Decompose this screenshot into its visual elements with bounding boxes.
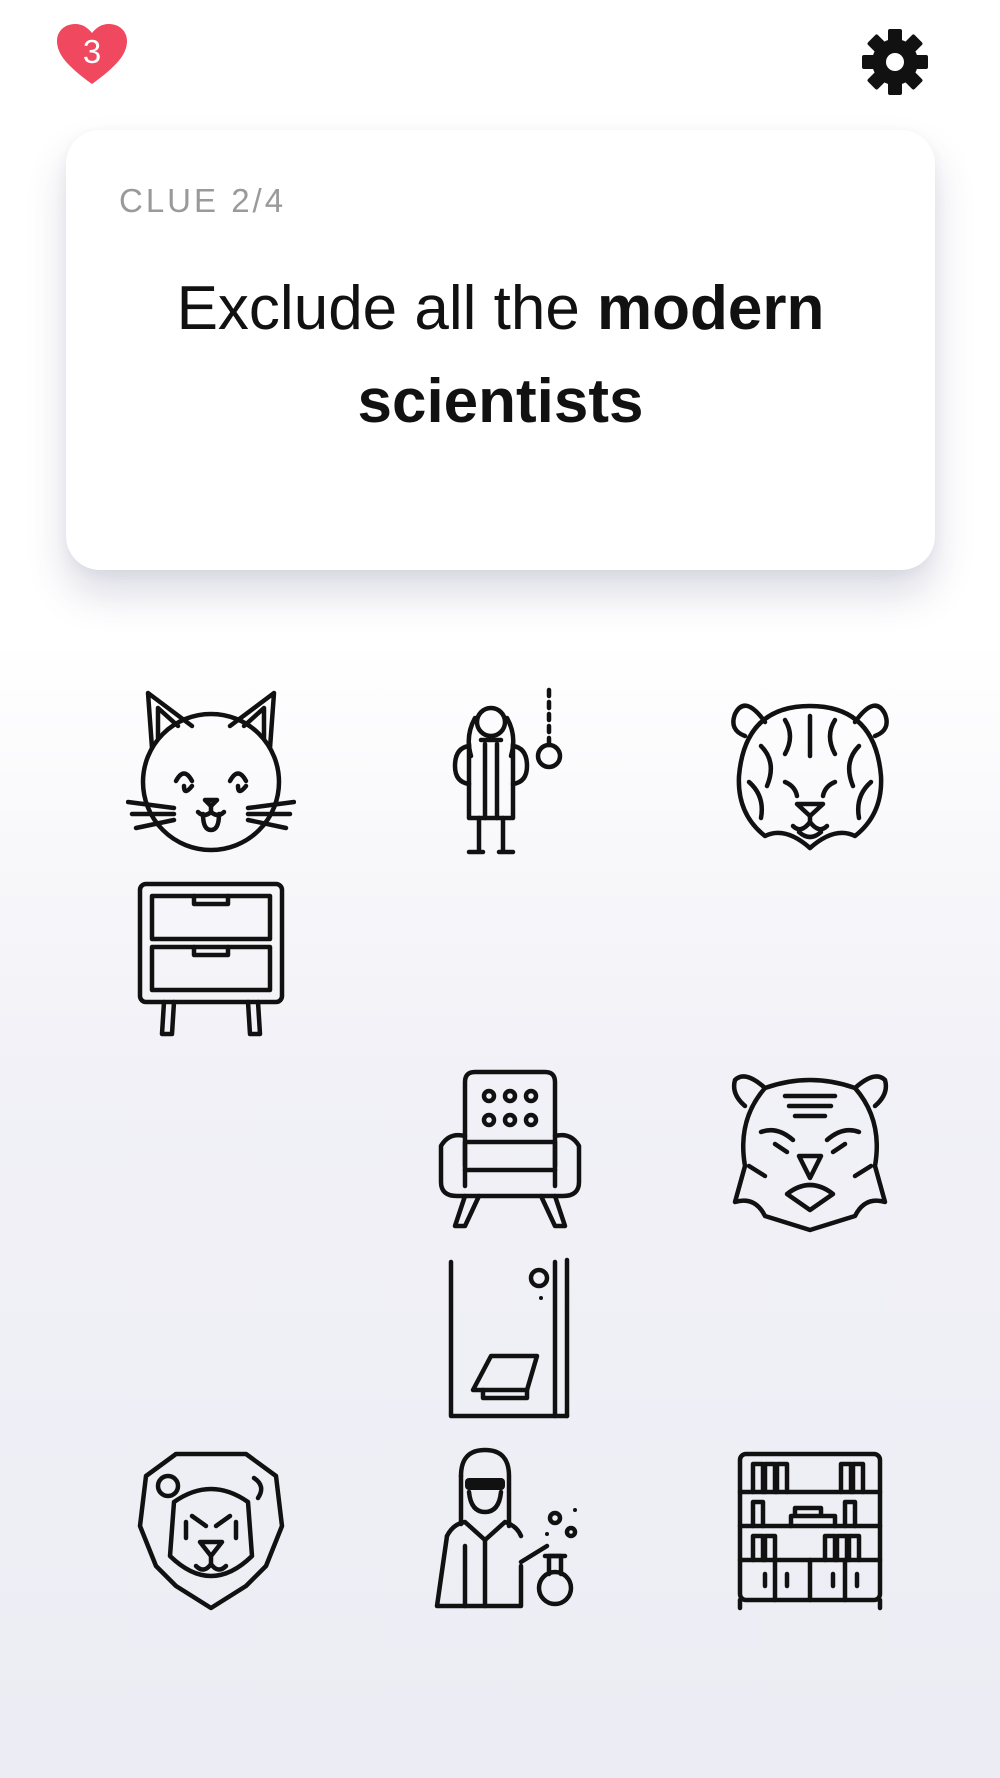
- lives-indicator: 3: [57, 24, 127, 86]
- tile-female-scientist[interactable]: [425, 1446, 595, 1616]
- clue-text: Exclude all the modern scientists: [106, 262, 895, 448]
- tile-nightstand[interactable]: [126, 876, 296, 1046]
- female-scientist-icon: [434, 1447, 578, 1609]
- fume-hood-icon: [448, 1257, 570, 1419]
- settings-button[interactable]: [860, 27, 930, 97]
- scientist-pendulum-icon: [452, 687, 563, 855]
- tile-tiger-face[interactable]: [725, 686, 895, 856]
- gear-icon: [862, 29, 928, 95]
- nightstand-icon: [137, 881, 285, 1037]
- armchair-icon: [438, 1069, 582, 1229]
- tile-scientist-pendulum[interactable]: [425, 686, 595, 856]
- tile-cat[interactable]: [126, 686, 296, 856]
- lives-count: 3: [82, 33, 102, 70]
- tiger-face-icon: [731, 703, 889, 851]
- tiger-head-icon: [731, 1074, 889, 1233]
- clue-text-bold-2: scientists: [357, 367, 644, 436]
- tile-tiger-head[interactable]: [725, 1066, 895, 1236]
- tile-armchair[interactable]: [425, 1066, 595, 1236]
- cat-icon: [126, 690, 296, 853]
- lion-icon: [137, 1451, 285, 1611]
- bookshelf-icon: [737, 1451, 883, 1611]
- clue-card: CLUE 2/4 Exclude all the modern scientis…: [66, 130, 935, 570]
- clue-text-bold-1: modern: [597, 274, 825, 343]
- clue-text-regular: Exclude all the: [176, 274, 598, 343]
- tile-bookshelf[interactable]: [725, 1446, 895, 1616]
- clue-counter: CLUE 2/4: [119, 182, 287, 219]
- tile-fume-hood[interactable]: [425, 1256, 595, 1426]
- tile-lion[interactable]: [126, 1446, 296, 1616]
